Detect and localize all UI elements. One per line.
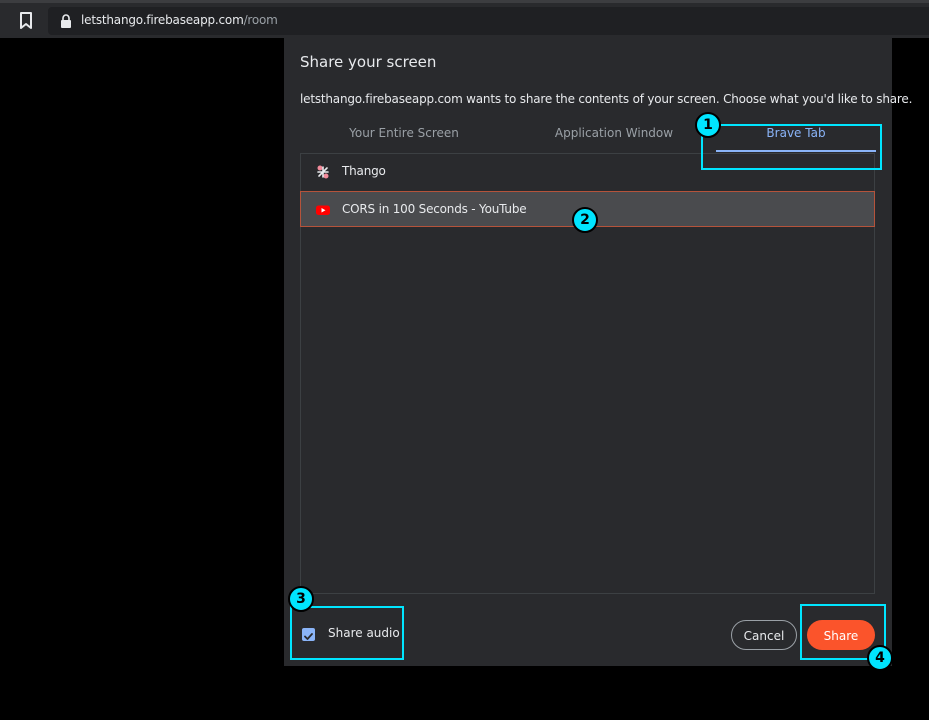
list-item-label: CORS in 100 Seconds - YouTube — [342, 202, 527, 216]
dialog-title: Share your screen — [300, 53, 437, 71]
thango-favicon-icon — [317, 165, 329, 179]
annotation-highlight-brave-tab — [701, 124, 882, 170]
tab-entire-screen[interactable]: Your Entire Screen — [324, 126, 484, 150]
annotation-badge-4: 4 — [867, 645, 893, 671]
bookmark-icon[interactable] — [18, 11, 34, 31]
youtube-icon — [316, 205, 330, 215]
address-bar[interactable]: letsthango.firebaseapp.com/room — [48, 7, 929, 35]
url-text[interactable]: letsthango.firebaseapp.com/room — [81, 13, 278, 27]
dialog-description: letsthango.firebaseapp.com wants to shar… — [300, 92, 913, 106]
annotation-highlight-share-audio — [290, 606, 404, 660]
url-host: letsthango.firebaseapp.com — [81, 13, 244, 27]
cancel-button[interactable]: Cancel — [731, 620, 797, 650]
annotation-badge-1: 1 — [695, 112, 721, 138]
annotation-badge-3: 3 — [288, 586, 314, 612]
lock-icon[interactable] — [60, 14, 72, 28]
annotation-badge-2: 2 — [572, 207, 598, 233]
url-path: /room — [243, 13, 278, 27]
browser-toolbar: letsthango.firebaseapp.com/room — [0, 0, 929, 38]
list-item-label: Thango — [342, 164, 386, 178]
tab-application-window[interactable]: Application Window — [534, 126, 694, 150]
